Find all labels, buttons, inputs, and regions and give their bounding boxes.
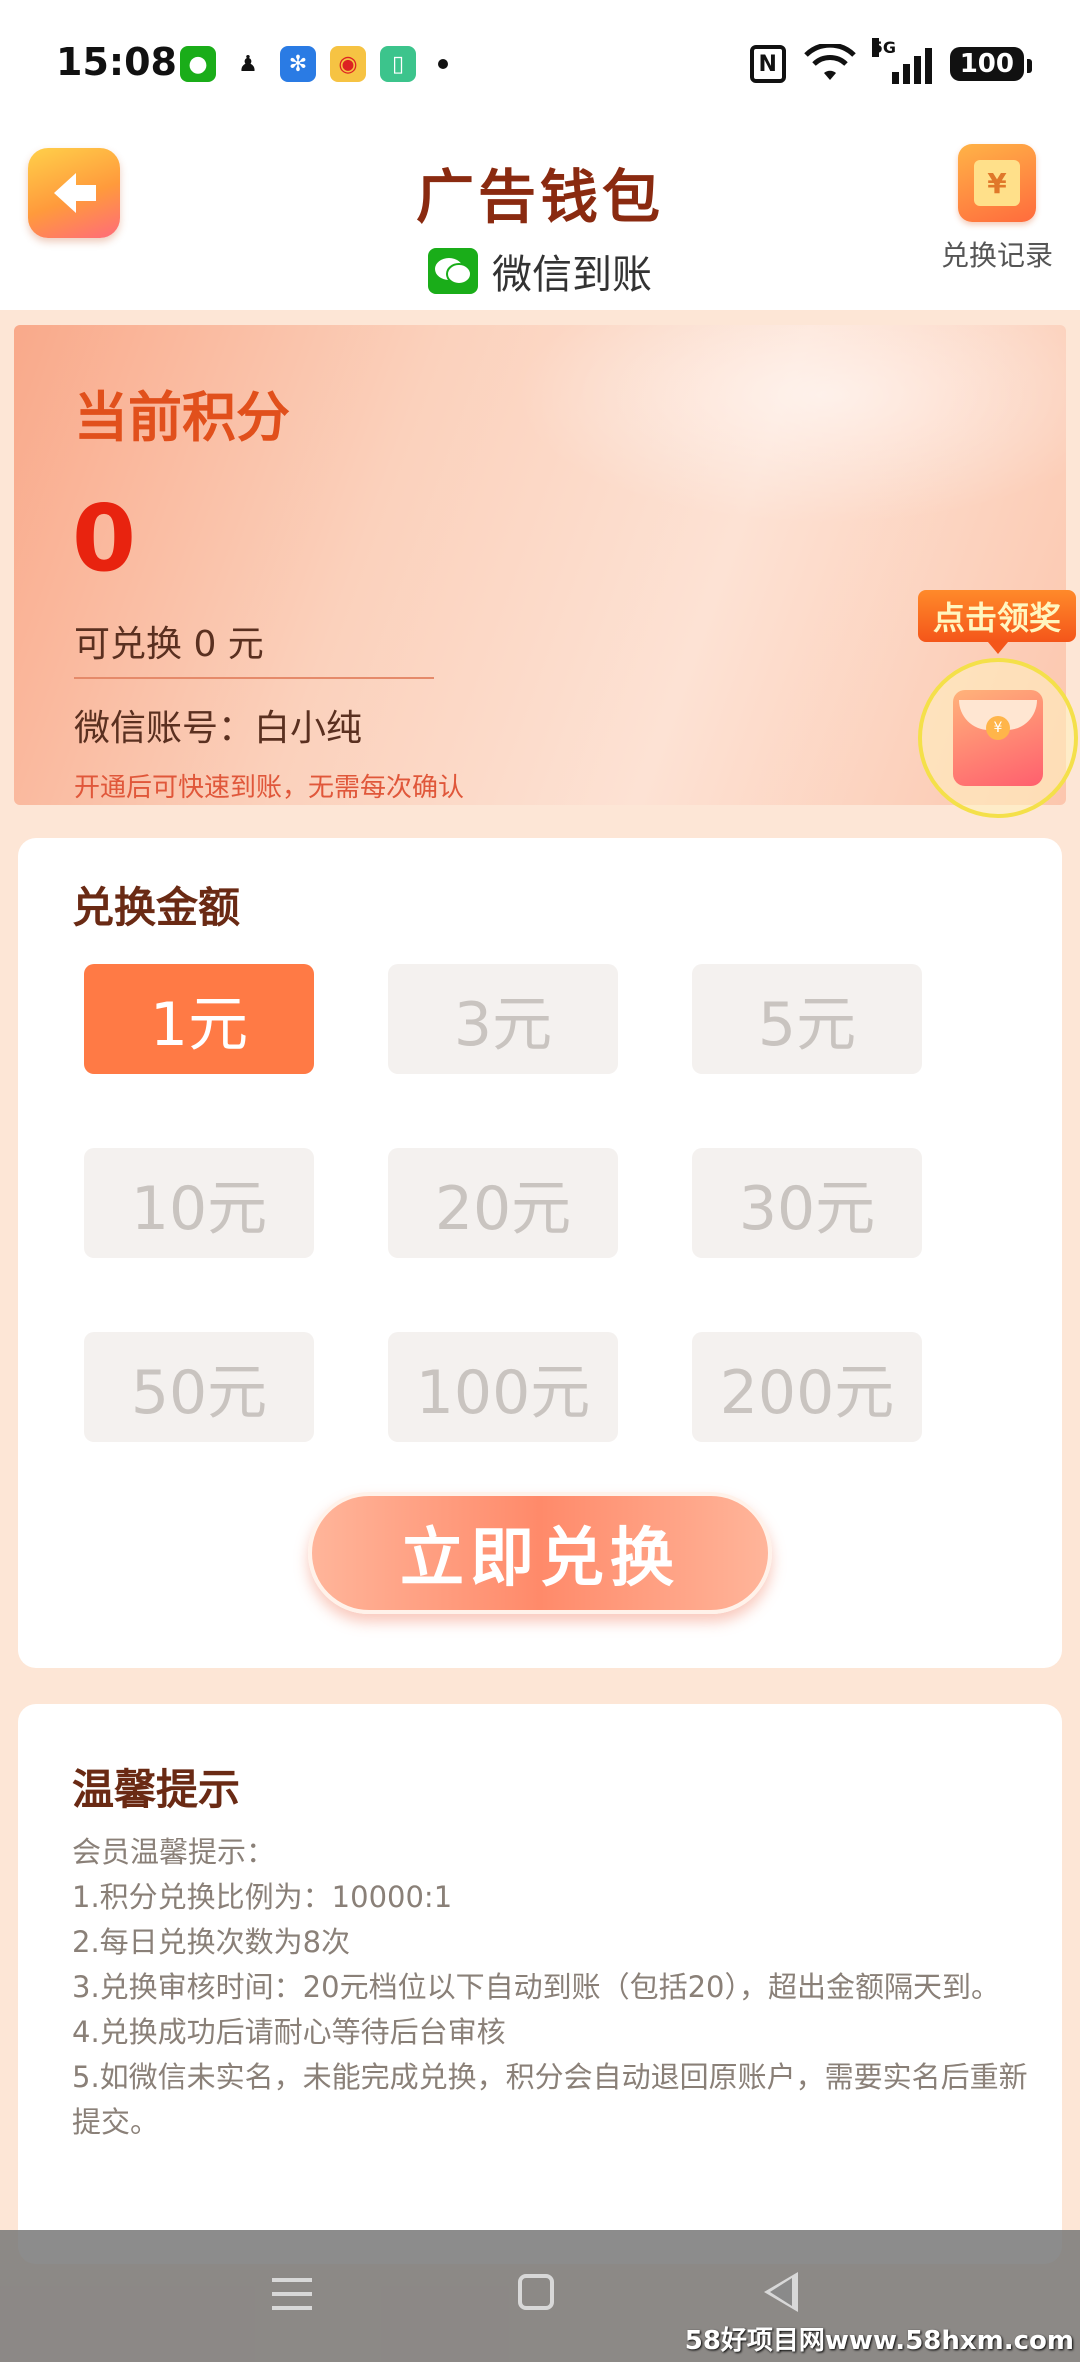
- divider: [74, 677, 434, 679]
- claim-reward-label: 点击领奖: [918, 590, 1076, 654]
- battery-indicator: 100: [949, 47, 1033, 81]
- exchange-record-label: 兑换记录: [940, 239, 1053, 272]
- points-label: 当前积分: [74, 386, 290, 449]
- tip-line: 会员温馨提示：: [72, 1835, 276, 1869]
- weibo-notification-icon: ◉: [330, 46, 366, 82]
- app-notification-icon: ▯: [380, 46, 416, 82]
- qq-notification-icon: ♟: [230, 46, 266, 82]
- claim-reward-widget[interactable]: 点击领奖 ¥: [914, 590, 1080, 830]
- amount-option-5[interactable]: 5元: [692, 964, 922, 1074]
- wechat-icon: [428, 248, 478, 294]
- tips-list: 会员温馨提示： 1.积分兑换比例为：10000:1 2.每日兑换次数为8次 3.…: [72, 1830, 1032, 2145]
- more-notifications-dot: [438, 59, 448, 69]
- network-type-label: 5G: [871, 38, 896, 57]
- amount-option-30[interactable]: 30元: [692, 1148, 922, 1258]
- pinwheel-notification-icon: ✻: [280, 46, 316, 82]
- wechat-account: 微信账号：白小纯: [74, 708, 363, 749]
- status-time: 15:08: [56, 40, 177, 84]
- nfc-icon: N: [749, 45, 786, 83]
- wallet-record-icon: ¥: [958, 144, 1036, 222]
- amount-option-20[interactable]: 20元: [388, 1148, 618, 1258]
- amount-option-50[interactable]: 50元: [84, 1332, 314, 1442]
- tip-line: 5.如微信未实名，未能完成兑换，积分会自动退回原账户，需要实名后重新提交。: [72, 2060, 1028, 2139]
- exchange-card: 兑换金额 1元 3元 5元 10元 20元 30元 50元 100元 200元 …: [18, 838, 1062, 1668]
- watermark: 58好项目网www.58hxm.com: [684, 2326, 1074, 2356]
- quick-payout-note: 开通后可快速到账，无需每次确认: [74, 773, 465, 803]
- tip-line: 2.每日兑换次数为8次: [72, 1925, 351, 1959]
- recent-apps-button[interactable]: [272, 2278, 312, 2320]
- home-button[interactable]: [518, 2274, 554, 2310]
- system-back-button[interactable]: [764, 2272, 798, 2312]
- payout-method-label: 微信到账: [492, 252, 652, 298]
- status-indicators: N 5G 100: [749, 38, 1033, 84]
- exchange-record-button[interactable]: ¥ 兑换记录: [932, 144, 1062, 274]
- notification-icons: ● ♟ ✻ ◉ ▯: [180, 46, 448, 82]
- wechat-notification-icon: ●: [180, 46, 216, 82]
- wifi-icon: [803, 42, 856, 84]
- exchange-now-button[interactable]: 立即兑换: [308, 1492, 772, 1614]
- record-icon-glyph: ¥: [974, 160, 1020, 206]
- amount-option-100[interactable]: 100元: [388, 1332, 618, 1442]
- tips-card: 温馨提示 会员温馨提示： 1.积分兑换比例为：10000:1 2.每日兑换次数为…: [18, 1704, 1062, 2264]
- status-bar: 15:08 ● ♟ ✻ ◉ ▯ N 5G 100: [0, 0, 1080, 130]
- reward-ring: ¥: [918, 658, 1078, 818]
- exchange-amount-title: 兑换金额: [72, 883, 241, 932]
- amount-option-1[interactable]: 1元: [84, 964, 314, 1074]
- amount-option-200[interactable]: 200元: [692, 1332, 922, 1442]
- amount-option-10[interactable]: 10元: [84, 1148, 314, 1258]
- exchangeable-amount: 可兑换 0 元: [74, 624, 264, 665]
- tip-line: 3.兑换审核时间：20元档位以下自动到账（包括20），超出金额隔天到。: [72, 1970, 1000, 2004]
- app-header: 广告钱包 微信到账 ¥ 兑换记录: [0, 130, 1080, 310]
- cellular-signal-icon: 5G: [871, 38, 932, 84]
- points-card: 当前积分 0 可兑换 0 元 微信账号：白小纯 开通后可快速到账，无需每次确认: [14, 325, 1066, 805]
- tip-line: 4.兑换成功后请耐心等待后台审核: [72, 2015, 506, 2049]
- points-value: 0: [72, 485, 137, 592]
- amount-option-3[interactable]: 3元: [388, 964, 618, 1074]
- page-title: 广告钱包: [415, 163, 664, 231]
- tips-title: 温馨提示: [72, 1765, 241, 1814]
- tip-line: 1.积分兑换比例为：10000:1: [72, 1880, 453, 1914]
- red-envelope-icon: ¥: [953, 690, 1043, 786]
- payout-method: 微信到账: [0, 242, 1080, 300]
